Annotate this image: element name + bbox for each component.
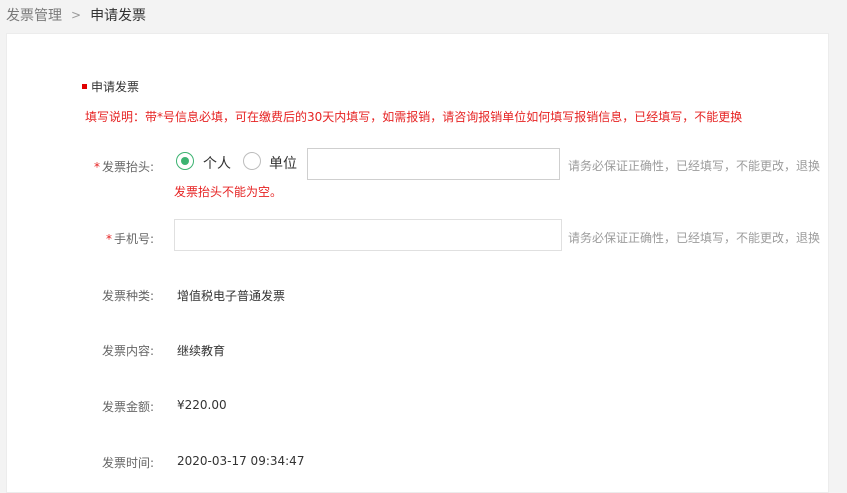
section-title-text: 申请发票 xyxy=(91,80,140,94)
form-panel: 申请发票 填写说明：带*号信息必填，可在缴费后的30天内填写，如需报销，请咨询报… xyxy=(6,33,829,493)
invoice-title-label-text: 发票抬头: xyxy=(101,160,154,174)
phone-label: * 手机号: xyxy=(7,230,154,247)
required-mark: * xyxy=(105,232,112,246)
invoice-type-value: 增值税电子普通发票 xyxy=(177,289,286,303)
invoice-content-value: 继续教育 xyxy=(177,344,226,358)
invoice-amount-value: ¥220.00 xyxy=(177,398,227,412)
radio-company[interactable] xyxy=(243,152,261,170)
breadcrumb-separator: > xyxy=(71,8,82,22)
invoice-type-label: 发票种类: xyxy=(101,289,154,303)
radio-company-label[interactable]: 单位 xyxy=(269,153,297,173)
breadcrumb: 发票管理 > 申请发票 xyxy=(0,0,847,30)
breadcrumb-invoice-management[interactable]: 发票管理 xyxy=(6,5,62,25)
invoice-content-label: 发票内容: xyxy=(101,344,154,358)
invoice-title-error: 发票抬头不能为空。 xyxy=(174,185,283,199)
phone-input[interactable] xyxy=(174,219,562,251)
section-marker-icon xyxy=(82,84,87,89)
invoice-title-input[interactable] xyxy=(307,148,560,180)
section-title: 申请发票 xyxy=(82,78,139,95)
radio-personal-label[interactable]: 个人 xyxy=(203,153,231,173)
invoice-time-value: 2020-03-17 09:34:47 xyxy=(177,454,305,468)
required-mark: * xyxy=(93,160,100,174)
phone-label-text: 手机号: xyxy=(113,232,154,246)
breadcrumb-current: 申请发票 xyxy=(90,8,147,24)
radio-personal[interactable] xyxy=(176,152,194,170)
invoice-title-hint: 请务必保证正确性，已经填写，不能更改，退换 xyxy=(568,159,821,173)
fill-instructions: 填写说明：带*号信息必填，可在缴费后的30天内填写，如需报销，请咨询报销单位如何… xyxy=(85,110,743,124)
invoice-title-label: * 发票抬头: xyxy=(7,158,154,175)
invoice-time-label: 发票时间: xyxy=(101,456,154,470)
invoice-amount-label: 发票金额: xyxy=(101,400,154,414)
phone-hint: 请务必保证正确性，已经填写，不能更改，退换 xyxy=(568,231,821,245)
